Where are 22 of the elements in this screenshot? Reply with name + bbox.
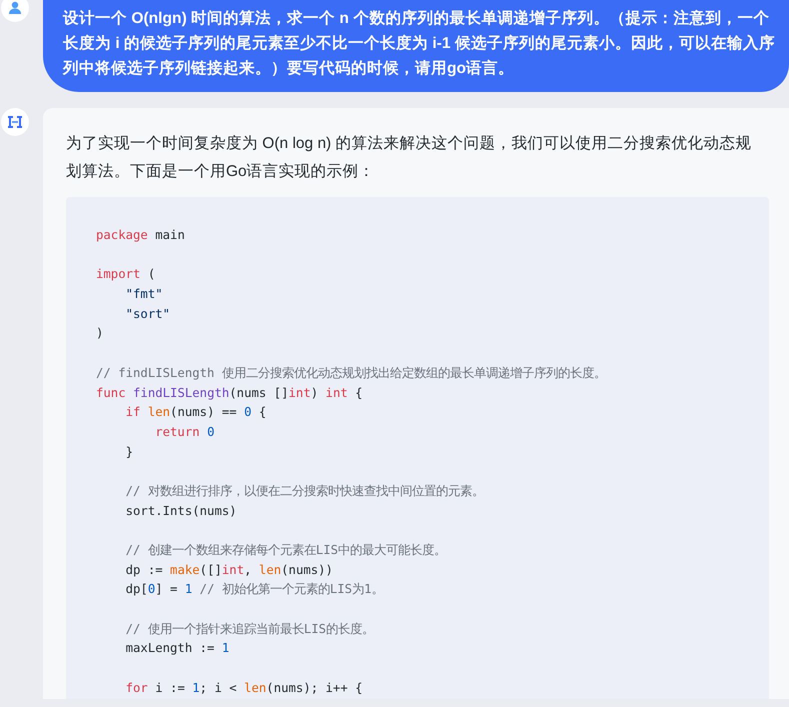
code-line: // findLISLength 使用二分搜索优化动态规划找出给定数组的最长单调递增子序列的长度。 [96, 364, 607, 382]
logo-icon [7, 115, 23, 129]
code-line: "fmt" [124, 286, 164, 304]
code-line: for i := 1; i < len(nums); i++ { [124, 680, 364, 697]
code-line: dp[0] = 1 // 初始化第一个元素的LIS为1。 [124, 581, 384, 598]
code-line: // 对数组进行排序，以便在二分搜索时快速查找中间位置的元素。 [124, 482, 485, 500]
code-line: // 使用一个指针来追踪当前最长LIS的长度。 [124, 620, 376, 638]
code-line: } [124, 444, 134, 461]
person-icon [8, 1, 22, 15]
code-line: import ( [96, 266, 156, 284]
reply-text: 为了实现一个时间复杂度为 O(n log n) 的算法来解决这个问题，我们可以使用二分搜索优化动态规划算法。下面是一个用Go语言实现的示例： [66, 134, 753, 182]
code-line: package main [96, 227, 186, 244]
code-line: dp := make([]int, len(nums)) [124, 562, 334, 579]
code-line: if len(nums) == 0 { [124, 404, 268, 422]
code-line: return 0 [154, 424, 216, 441]
code-line: "sort" [124, 306, 172, 323]
code-line: maxLength := 1 [124, 640, 230, 658]
code-line: ) [96, 325, 104, 342]
code-line: func findLISLength(nums []int) int { [96, 384, 364, 402]
code-line: // 创建一个数组来存储每个元素在LIS中的最大可能长度。 [124, 542, 448, 559]
user-message: 设计一个 O(nlgn) 时间的算法，求一个 n 个数的序列的最长单调递增子序列。（提示：注意到，一个长度为 i 的候选子序列的尾元素至少不比一个长度为 i-1 候选子序列的尾元素小。因此，可以在输入序列中将候选子序列链接起来。）要写代码的时候，请用go语言。 [43, 0, 789, 92]
code-line: sort.Ints(nums) [124, 502, 238, 520]
